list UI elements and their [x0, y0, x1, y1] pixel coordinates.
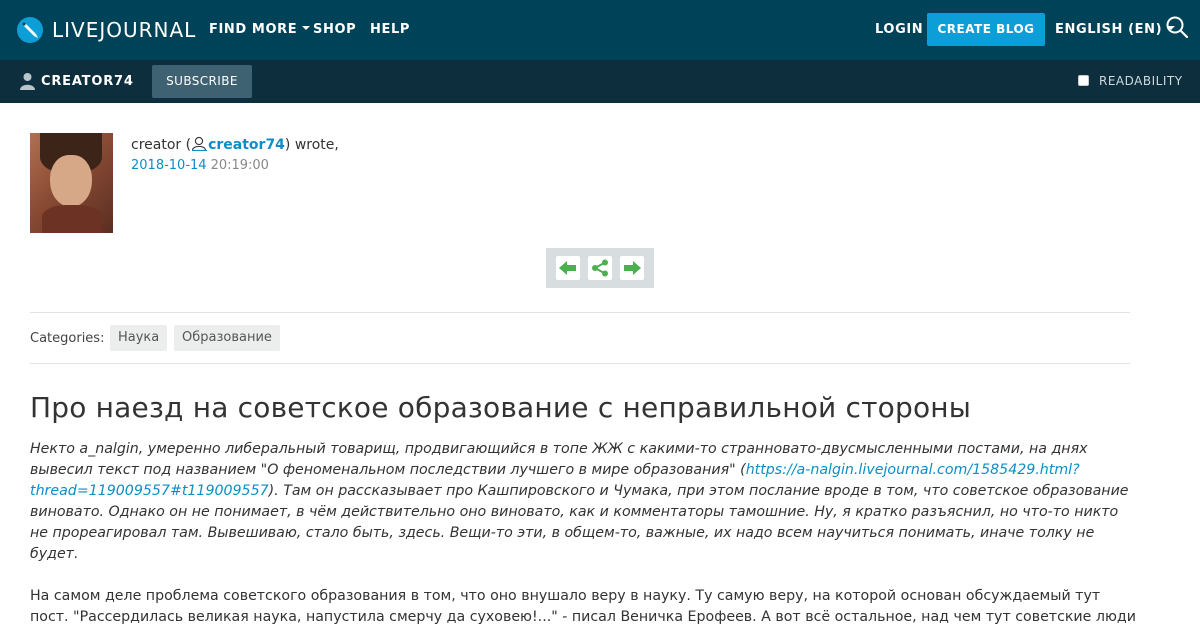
journal-bar: CREATOR74 SUBSCRIBE READABILITY [0, 60, 1200, 103]
livejournal-logo-icon [16, 16, 44, 44]
login-link[interactable]: LOGIN [875, 21, 923, 39]
post-body: На самом деле проблема советского образо… [30, 588, 1136, 625]
nav-find-more-label: FIND MORE [209, 22, 298, 37]
category-tag[interactable]: Образование [174, 325, 280, 351]
nav-find-more[interactable]: FIND MORE [209, 21, 311, 39]
prev-arrow-icon[interactable] [556, 256, 580, 280]
post-intro: Некто a_nalgin, умеренно либеральный тов… [30, 439, 1138, 565]
nav-help[interactable]: HELP [370, 21, 410, 39]
readability-checkbox[interactable] [1078, 75, 1089, 86]
livejournal-logo[interactable]: LIVEJOURNAL [16, 15, 196, 45]
entry-navigation [546, 248, 654, 288]
category-tag[interactable]: Наука [110, 325, 168, 351]
user-journal-icon [191, 136, 208, 152]
share-icon[interactable] [588, 256, 612, 280]
post-title: Про наезд на советское образование с неп… [30, 391, 972, 424]
brand-name: LIVEJOURNAL [52, 18, 197, 42]
categories-label: Categories: [30, 331, 105, 346]
divider [30, 312, 1130, 313]
search-icon[interactable] [1164, 15, 1190, 41]
post-byline: creator ( creator74) wrote, [131, 136, 339, 154]
post-datetime: 2018-10-14 20:19:00 [131, 157, 269, 174]
nav-shop[interactable]: SHOP [313, 21, 356, 39]
language-selector[interactable]: ENGLISH (EN) [1055, 21, 1176, 39]
chevron-down-icon [302, 26, 311, 30]
divider [30, 363, 1130, 364]
byline-paren: ( [181, 137, 192, 153]
language-label: ENGLISH (EN) [1055, 22, 1163, 37]
top-header: LIVEJOURNAL FIND MORE SHOP HELP LOGIN CR… [0, 0, 1200, 60]
author-display-name: creator [131, 137, 182, 153]
create-blog-button[interactable]: CREATE BLOG [927, 13, 1045, 46]
post-date-link[interactable]: 2018-10-14 [131, 158, 207, 173]
next-arrow-icon[interactable] [620, 256, 644, 280]
user-icon [19, 72, 36, 90]
author-username-link[interactable]: creator74 [208, 137, 285, 153]
avatar[interactable] [30, 133, 113, 233]
journal-name-link[interactable]: CREATOR74 [41, 73, 134, 90]
readability-label[interactable]: READABILITY [1099, 73, 1183, 90]
subscribe-button[interactable]: SUBSCRIBE [152, 65, 252, 98]
post-time: 20:19:00 [210, 158, 269, 173]
byline-wrote: ) wrote, [284, 137, 339, 153]
